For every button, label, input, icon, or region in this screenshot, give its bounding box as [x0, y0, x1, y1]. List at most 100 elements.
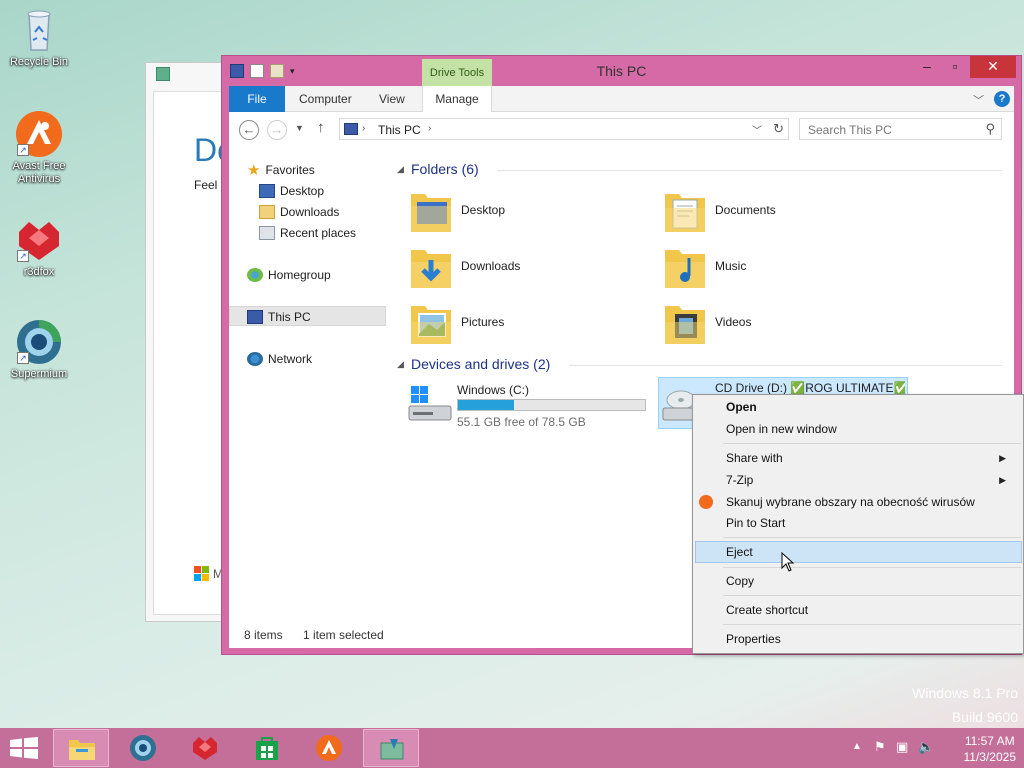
show-hidden-icons-icon[interactable]: ▲ [852, 741, 862, 752]
menu-item-avast-scan[interactable]: Skanuj wybrane obszary na obecność wirus… [726, 492, 975, 512]
taskbar-r3dfox[interactable] [177, 729, 233, 767]
drive-c-usage-bar [457, 399, 646, 411]
drive-c-name: Windows (C:) [457, 383, 530, 397]
folder-videos[interactable]: Videos [663, 298, 903, 348]
start-button[interactable] [10, 737, 38, 759]
recent-places-icon [259, 226, 275, 240]
avast-icon [699, 495, 713, 509]
maximize-button[interactable]: ▫ [942, 56, 968, 78]
search-icon: ⚲ [985, 121, 995, 136]
drive-c-usage-fill [458, 400, 514, 410]
navigation-pane: ★ Favorites Desktop Downloads Recent pla… [229, 146, 389, 622]
menu-item-open-new-window[interactable]: Open in new window [726, 419, 837, 439]
menu-item-pin-to-start[interactable]: Pin to Start [726, 513, 785, 533]
desktop-icon [259, 184, 275, 198]
nav-homegroup[interactable]: Homegroup [247, 266, 331, 284]
folder-downloads[interactable]: Downloads [409, 242, 649, 292]
desktop-icon-label: r3dfox [23, 266, 55, 278]
folders-section-header[interactable]: ◢ Folders (6) [397, 160, 1002, 180]
menu-item-open[interactable]: Open [726, 397, 757, 417]
taskbar-app-window[interactable] [363, 729, 419, 767]
computer-icon [247, 310, 263, 324]
folder-music[interactable]: Music [663, 242, 903, 292]
desktop-icon-label: Avast Free Antivirus [12, 160, 66, 185]
tab-manage[interactable]: Manage [422, 86, 492, 112]
folder-documents[interactable]: Documents [663, 186, 903, 236]
clock[interactable]: 11:57 AM 11/3/2025 [964, 733, 1017, 765]
network-status-icon[interactable]: ▣ [896, 739, 908, 755]
help-icon[interactable]: ? [994, 91, 1010, 107]
action-center-flag-icon[interactable]: ⚑ [874, 739, 886, 755]
minimize-button[interactable]: – [914, 56, 940, 78]
taskbar-supermium[interactable] [115, 729, 171, 767]
tab-view[interactable]: View [367, 86, 417, 112]
recent-locations-icon[interactable]: ▼ [295, 123, 304, 133]
menu-item-eject[interactable]: Eject [726, 542, 753, 562]
drive-d-name: CD Drive (D:) ✅ROG ULTIMATE✅ [715, 381, 905, 395]
supermium-icon [130, 735, 156, 761]
file-explorer-icon [69, 740, 95, 760]
close-button[interactable]: ✕ [970, 56, 1016, 78]
desktop-icon-label: Recycle Bin [9, 56, 69, 68]
folder-desktop[interactable]: Desktop [409, 186, 649, 236]
nav-this-pc[interactable]: This PC [247, 308, 311, 326]
refresh-icon[interactable]: ↻ [773, 121, 784, 137]
clock-time: 11:57 AM [964, 734, 1015, 748]
address-dropdown-icon[interactable]: ﹀ [752, 122, 762, 137]
star-icon: ★ [247, 162, 261, 179]
status-selected-count: 1 item selected [303, 628, 384, 642]
tab-file[interactable]: File [229, 86, 285, 112]
videos-folder-icon [665, 306, 705, 344]
menu-item-create-shortcut[interactable]: Create shortcut [726, 600, 808, 620]
nav-recent-places[interactable]: Recent places [259, 224, 356, 242]
section-divider [569, 365, 1002, 366]
breadcrumb-separator-icon: › [362, 123, 366, 134]
address-bar[interactable]: › This PC › ﹀ ↻ [339, 118, 789, 140]
ribbon-expand-icon[interactable]: ﹀ [973, 92, 984, 108]
title-bar[interactable]: ▾ Drive Tools This PC – ▫ ✕ [222, 56, 1021, 87]
taskbar-store[interactable] [239, 729, 295, 767]
menu-item-properties[interactable]: Properties [726, 629, 781, 649]
submenu-arrow-icon: ▶ [999, 453, 1006, 463]
tab-computer[interactable]: Computer [287, 86, 364, 112]
volume-muted-icon[interactable]: 🔈 [918, 739, 934, 755]
desktop-icon-supermium[interactable]: ↗ Supermium [4, 318, 74, 381]
desktop-icon-recycle-bin[interactable]: Recycle Bin [4, 6, 74, 69]
background-subtext: Feel f [194, 178, 225, 192]
app-icon [380, 739, 404, 760]
taskbar-file-explorer[interactable] [53, 729, 109, 767]
shortcut-arrow-icon: ↗ [17, 250, 29, 262]
menu-separator [723, 595, 1021, 596]
desktop-icon-avast[interactable]: ↗ Avast Free Antivirus [4, 110, 74, 186]
menu-item-7zip[interactable]: 7-Zip ▶ [726, 470, 1016, 490]
desktop-icon-r3dfox[interactable]: ↗ r3dfox [4, 216, 74, 279]
pictures-folder-icon [411, 306, 451, 344]
recycle-bin-icon [15, 6, 63, 54]
menu-item-copy[interactable]: Copy [726, 571, 754, 591]
network-icon [247, 352, 263, 366]
os-watermark-edition: Windows 8.1 Pro [912, 685, 1018, 701]
music-folder-icon [665, 250, 705, 288]
taskbar-avast[interactable] [301, 729, 357, 767]
os-watermark-build: Build 9600 [951, 709, 1018, 725]
search-input[interactable]: Search This PC [808, 123, 892, 137]
collapse-icon: ◢ [397, 164, 404, 174]
back-button[interactable]: ← [239, 120, 259, 140]
forward-button[interactable]: → [267, 120, 287, 140]
up-button[interactable]: ↑ [317, 119, 325, 136]
store-icon [256, 737, 278, 760]
nav-favorites[interactable]: ★ Favorites [247, 161, 315, 179]
nav-network[interactable]: Network [247, 350, 312, 368]
drive-c[interactable]: Windows (C:) 55.1 GB free of 78.5 GB [405, 380, 655, 430]
menu-separator [723, 624, 1021, 625]
nav-desktop[interactable]: Desktop [259, 182, 324, 200]
devices-section-header[interactable]: ◢ Devices and drives (2) [397, 355, 1002, 375]
folder-pictures[interactable]: Pictures [409, 298, 649, 348]
taskbar: ▲ ⚑ ▣ 🔈 11:57 AM 11/3/2025 [0, 728, 1024, 768]
menu-item-share-with[interactable]: Share with ▶ [726, 448, 1016, 468]
computer-icon [344, 123, 358, 135]
microsoft-logo: M [194, 566, 223, 581]
section-divider [497, 170, 1002, 171]
nav-downloads[interactable]: Downloads [259, 203, 339, 221]
search-box[interactable]: Search This PC ⚲ [799, 118, 1002, 140]
